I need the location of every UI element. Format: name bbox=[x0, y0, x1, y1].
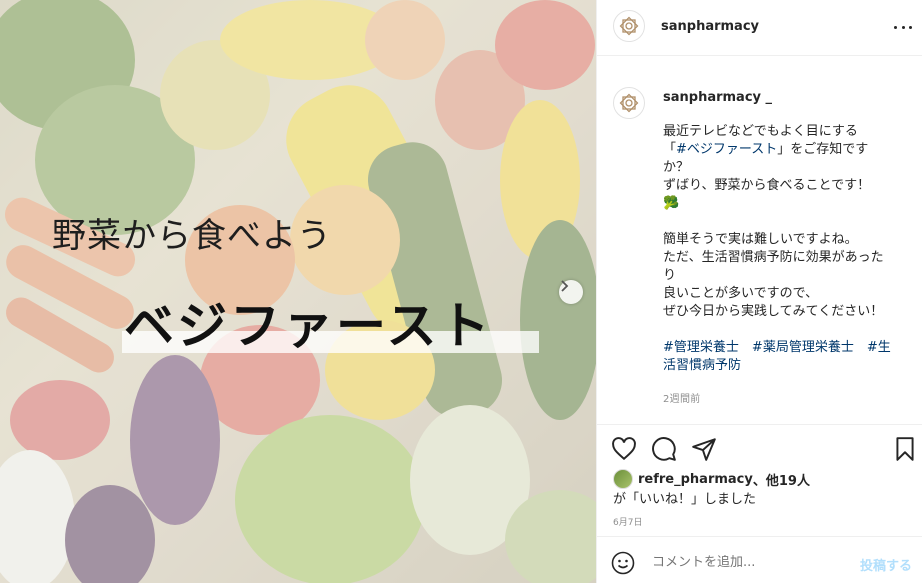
image-title: ベジファースト bbox=[124, 297, 493, 355]
caption-timestamp[interactable]: 2週間前 bbox=[663, 390, 701, 405]
comment-input[interactable] bbox=[652, 555, 842, 570]
post-date[interactable]: 6月7日 bbox=[613, 515, 642, 528]
post-header: sanpharmacy bbox=[597, 0, 922, 56]
caption-line: 「#ベジファースト」をご存知です bbox=[663, 142, 869, 157]
caption-username[interactable]: sanpharmacy _ bbox=[663, 90, 772, 105]
next-slide-button[interactable] bbox=[559, 280, 583, 304]
hashtag-link[interactable]: #管理栄養士 bbox=[663, 340, 739, 355]
caption-line: ずばり、野菜から食べることです！ bbox=[663, 178, 871, 193]
broccoli-emoji: 🥦 bbox=[663, 196, 680, 211]
caption-line: り bbox=[663, 268, 677, 283]
pharmacy-logo-icon bbox=[619, 16, 639, 36]
header-username[interactable]: sanpharmacy bbox=[661, 19, 759, 34]
caption-blank-line bbox=[663, 321, 903, 339]
hashtag-link[interactable]: 活習慣病予防 bbox=[663, 358, 741, 373]
caption-text: 最近テレビなどでもよく目にする 「#ベジファースト」をご存知です か？ ずばり、… bbox=[663, 123, 903, 375]
bookmark-icon[interactable] bbox=[892, 436, 918, 462]
post-sidebar: sanpharmacy sanpharmacy _ 最近テレビなどでもよく目にす… bbox=[596, 0, 922, 583]
post-image[interactable]: 野菜から食べよう ベジファースト bbox=[0, 0, 596, 583]
comment-icon[interactable] bbox=[651, 436, 677, 462]
image-headline: 野菜から食べよう bbox=[52, 216, 332, 256]
pharmacy-logo-icon bbox=[619, 93, 639, 113]
caption-section: sanpharmacy _ 最近テレビなどでもよく目にする 「#ベジファースト」… bbox=[597, 57, 922, 423]
hashtag-line: 活習慣病予防 bbox=[663, 357, 903, 375]
caption-line: ぜひ今日から実践してみてください！ bbox=[663, 304, 884, 319]
action-bar bbox=[597, 424, 922, 474]
caption-blank-line bbox=[663, 213, 903, 231]
send-icon[interactable] bbox=[691, 436, 717, 462]
hashtag-link[interactable]: #薬局管理栄養士 bbox=[752, 340, 854, 355]
hashtag-line: #管理栄養士 #薬局管理栄養士 #生 bbox=[663, 339, 903, 357]
hashtag-link[interactable]: #生 bbox=[867, 340, 891, 355]
caption-line: 最近テレビなどでもよく目にする bbox=[663, 124, 858, 139]
instagram-post-modal: 野菜から食べよう ベジファースト sanpharmacy sanpharmacy… bbox=[0, 0, 922, 583]
chevron-right-icon bbox=[561, 280, 569, 292]
heart-icon[interactable] bbox=[611, 436, 637, 462]
post-comment-button[interactable]: 投稿する bbox=[860, 555, 912, 574]
liker-avatar[interactable] bbox=[613, 469, 633, 489]
likes-others[interactable]: 、他19人 bbox=[753, 470, 810, 489]
emoji-icon[interactable] bbox=[611, 551, 635, 575]
more-options-button[interactable] bbox=[894, 20, 912, 34]
caption-line: ただ、生活習慣病予防に効果があった bbox=[663, 250, 884, 265]
caption-line: 簡単そうで実は難しいですよね。 bbox=[663, 232, 858, 247]
hashtag-link[interactable]: #ベジファースト bbox=[676, 142, 777, 157]
liker-username[interactable]: refre_pharmacy bbox=[638, 472, 753, 487]
likes-text: が「いいね！」しました bbox=[613, 492, 757, 507]
caption-line: か？ bbox=[663, 160, 690, 175]
comment-form: 投稿する bbox=[597, 536, 922, 583]
caption-avatar[interactable] bbox=[613, 87, 645, 119]
caption-line: 良いことが多いですので、 bbox=[663, 286, 819, 301]
more-horizontal-icon bbox=[894, 25, 897, 29]
likes-summary: refre_pharmacy 、他19人 bbox=[613, 469, 810, 489]
profile-avatar[interactable] bbox=[613, 10, 645, 42]
